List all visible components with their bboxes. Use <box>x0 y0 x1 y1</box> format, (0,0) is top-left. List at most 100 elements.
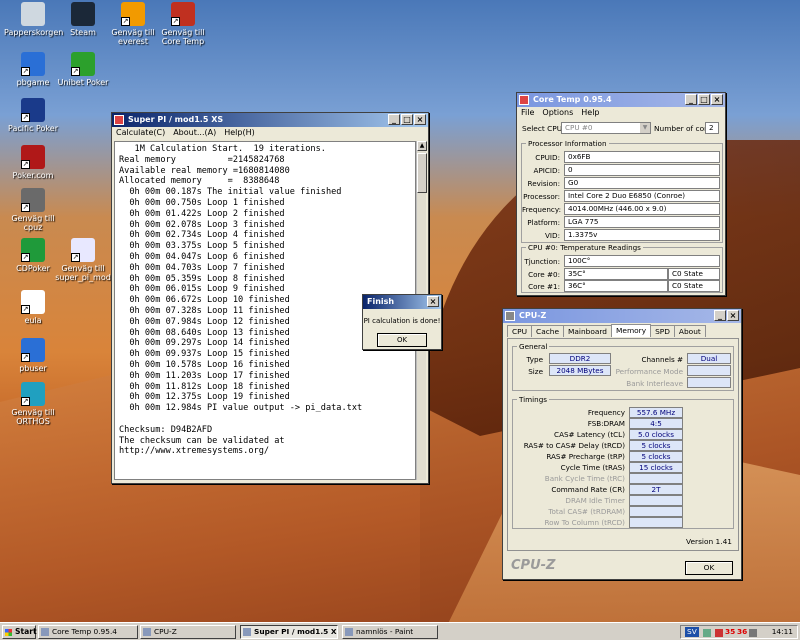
general-group: General Type DDR2 Size 2048 MBytes Chann… <box>512 342 734 391</box>
menu-options[interactable]: Options <box>542 107 573 119</box>
num-cores-value: 2 <box>705 122 719 134</box>
menu-file[interactable]: File <box>521 107 534 119</box>
shortcut-arrow-icon: ↗ <box>21 160 30 169</box>
tab-mainboard[interactable]: Mainboard <box>563 325 613 337</box>
select-cpu-value: CPU #0 <box>565 123 593 132</box>
menu-about[interactable]: About...(A) <box>173 127 216 139</box>
taskbar: Start Core Temp 0.95.4 CPU-Z Super PI / mo… <box>0 622 800 640</box>
desktop-icon[interactable]: ↗ Genväg till Core Temp <box>154 2 212 46</box>
processor-field-label: APICID: <box>533 166 560 175</box>
cpuz-logo: CPU-Z <box>511 558 556 573</box>
taskbar-button[interactable]: Core Temp 0.95.4 <box>38 625 138 639</box>
processor-field-value: 0x6FB <box>564 151 720 163</box>
taskbar-button[interactable]: CPU-Z <box>140 625 236 639</box>
cpuz-titlebar[interactable]: CPU-Z _ × <box>503 309 741 323</box>
core0-temp-tray[interactable]: 35 <box>725 626 735 638</box>
close-button[interactable]: × <box>427 296 439 307</box>
timing-label: DRAM Idle Timer <box>565 496 625 505</box>
cpuz-version: Version 1.41 <box>686 537 732 546</box>
network-icon[interactable] <box>703 629 711 637</box>
desktop-icon[interactable]: ↗ Genväg till cpuz <box>4 188 62 232</box>
core-temp-value: 35C° <box>564 268 668 280</box>
close-button[interactable]: × <box>711 94 723 105</box>
desktop-icon[interactable]: ↗ Unibet Poker <box>54 52 112 87</box>
maximize-button[interactable]: □ <box>698 94 710 105</box>
clock[interactable]: 14:11 <box>772 626 793 638</box>
coretemp-titlebar[interactable]: Core Temp 0.95.4 _ □ × <box>517 93 725 107</box>
shortcut-arrow-icon: ↗ <box>71 253 80 262</box>
finish-titlebar[interactable]: Finish × <box>363 295 441 309</box>
minimize-button[interactable]: _ <box>714 310 726 321</box>
desktop-icon[interactable]: ↗ Genväg till super_pi_mod <box>54 238 112 282</box>
timing-label: RAS# Precharge (tRP) <box>546 452 625 461</box>
core1-temp-tray[interactable]: 36 <box>737 626 747 638</box>
shortcut-arrow-icon: ↗ <box>71 67 80 76</box>
shortcut-arrow-icon: ↗ <box>171 17 180 26</box>
desktop-icon[interactable]: ↗ pbuser <box>4 338 62 373</box>
bank-interleave-label: Bank Interleave <box>626 379 683 388</box>
volume-icon[interactable] <box>749 629 757 637</box>
timing-label: RAS# to CAS# Delay (tRCD) <box>523 441 625 450</box>
menu-help[interactable]: Help(H) <box>224 127 255 139</box>
processor-field-value: LGA 775 <box>564 216 720 228</box>
channels-label: Channels # <box>641 355 683 364</box>
tab-about[interactable]: About <box>673 325 706 337</box>
desktop-icon[interactable]: ↗ eula <box>4 290 62 325</box>
processor-field-label: VID: <box>545 231 560 240</box>
close-button[interactable]: × <box>727 310 739 321</box>
tab-cache[interactable]: Cache <box>531 325 565 337</box>
superpi-titlebar[interactable]: Super PI / mod1.5 XS _ □ × <box>112 113 428 127</box>
desktop-icon[interactable]: ↗ Genväg till ORTHOS <box>4 382 62 426</box>
minimize-button[interactable]: _ <box>388 114 400 125</box>
scroll-thumb[interactable] <box>417 153 427 193</box>
desktop-icon[interactable]: ↗ Poker.com <box>4 145 62 180</box>
tab-cpu[interactable]: CPU <box>507 325 533 337</box>
type-label: Type <box>526 355 543 364</box>
menu-help[interactable]: Help <box>581 107 599 119</box>
core-state-value: C0 State <box>668 280 720 292</box>
steam-icon <box>71 2 95 26</box>
shortcut-arrow-icon: ↗ <box>21 67 30 76</box>
unibet-icon: ↗ <box>71 52 95 76</box>
size-value: 2048 MBytes <box>549 365 611 376</box>
scroll-up-arrow-icon[interactable]: ▲ <box>417 141 427 151</box>
desktop-icon[interactable]: ↗ Pacific Poker <box>4 98 62 133</box>
taskbar-button[interactable]: Super PI / mod1.5 XS <box>240 625 338 639</box>
poker-com-icon: ↗ <box>21 145 45 169</box>
timing-value <box>629 495 683 506</box>
desktop-icon-label: Genväg till ORTHOS <box>11 408 55 426</box>
menu-calculate[interactable]: Calculate(C) <box>116 127 165 139</box>
cpuz-tabs: CPU Cache Mainboard Memory SPD About <box>507 324 706 337</box>
taskbar-button[interactable]: namnlös - Paint <box>342 625 438 639</box>
timing-label: CAS# Latency (tCL) <box>554 430 625 439</box>
close-button[interactable]: × <box>414 114 426 125</box>
processor-field-label: CPUID: <box>535 153 560 162</box>
language-indicator[interactable]: SV <box>685 627 699 637</box>
core-temp-value: 36C° <box>564 280 668 292</box>
size-label: Size <box>528 367 543 376</box>
cpuz-ok-button[interactable]: OK <box>685 561 733 575</box>
shortcut-arrow-icon: ↗ <box>21 305 30 314</box>
select-cpu-dropdown[interactable]: CPU #0 ▼ <box>561 122 651 134</box>
finish-dialog: Finish × PI calculation is done! OK <box>362 294 442 350</box>
pacific-poker-icon: ↗ <box>21 98 45 122</box>
shortcut-arrow-icon: ↗ <box>21 353 30 362</box>
shortcut-arrow-icon: ↗ <box>21 253 30 262</box>
desktop-icon-label: eula <box>24 316 42 325</box>
coretemp-menubar: File Options Help <box>517 107 725 119</box>
maximize-button[interactable]: □ <box>401 114 413 125</box>
minimize-button[interactable]: _ <box>685 94 697 105</box>
timing-label: Bank Cycle Time (tRC) <box>544 474 625 483</box>
super-pi-icon: ↗ <box>71 238 95 262</box>
security-icon[interactable] <box>715 629 723 637</box>
cpuz-icon: ↗ <box>21 188 45 212</box>
ie-icon: ↗ <box>21 52 45 76</box>
temperature-readings-title: CPU #0: Temperature Readings <box>526 243 643 252</box>
finish-ok-button[interactable]: OK <box>377 333 427 347</box>
processor-field-value: 0 <box>564 164 720 176</box>
coretemp-title: Core Temp 0.95.4 <box>533 95 612 104</box>
tab-memory[interactable]: Memory <box>611 324 652 337</box>
processor-field-label: Platform: <box>527 218 560 227</box>
start-button[interactable]: Start <box>2 625 37 639</box>
tab-spd[interactable]: SPD <box>650 325 675 337</box>
